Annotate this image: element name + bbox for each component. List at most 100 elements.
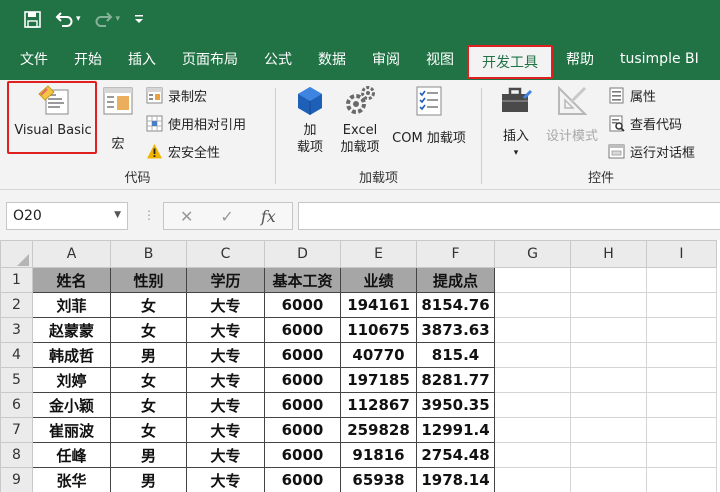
tab-review[interactable]: 审阅 <box>359 43 413 75</box>
cell[interactable]: 男 <box>110 467 187 492</box>
cell[interactable]: 大专 <box>186 342 265 368</box>
run-dialog-button[interactable]: 运行对话框 <box>608 142 695 161</box>
cell[interactable]: 8154.76 <box>416 292 495 318</box>
cell[interactable]: 大专 <box>186 367 265 393</box>
row-header[interactable]: 4 <box>0 342 33 368</box>
insert-control-button[interactable]: 插入 ▾ <box>496 84 536 162</box>
cell[interactable] <box>570 392 647 418</box>
cancel-icon[interactable]: ✕ <box>180 207 193 226</box>
formula-bar-grip[interactable]: ⋮ <box>143 208 155 222</box>
select-all-corner[interactable] <box>0 240 33 268</box>
row-header[interactable]: 9 <box>0 467 33 492</box>
cell[interactable]: 6000 <box>264 467 341 492</box>
formula-input[interactable] <box>298 202 720 230</box>
cell[interactable]: 815.4 <box>416 342 495 368</box>
column-header[interactable]: H <box>570 240 647 268</box>
com-addins-button[interactable]: COM 加载项 <box>384 84 474 147</box>
cell[interactable]: 女 <box>110 317 187 343</box>
column-header[interactable]: E <box>340 240 417 268</box>
cell[interactable]: 张华 <box>32 467 111 492</box>
cell[interactable] <box>646 442 717 468</box>
cell[interactable]: 刘婷 <box>32 367 111 393</box>
tab-data[interactable]: 数据 <box>305 43 359 75</box>
row-header[interactable]: 5 <box>0 367 33 393</box>
cell[interactable] <box>646 267 717 293</box>
cell[interactable]: 大专 <box>186 292 265 318</box>
cell[interactable] <box>494 442 571 468</box>
column-header[interactable]: I <box>646 240 717 268</box>
view-code-button[interactable]: 查看代码 <box>608 114 682 133</box>
cell[interactable] <box>646 367 717 393</box>
name-box[interactable]: O20 ▼ <box>6 202 128 230</box>
cell[interactable]: 8281.77 <box>416 367 495 393</box>
cell[interactable]: 6000 <box>264 342 341 368</box>
cell[interactable]: 大专 <box>186 392 265 418</box>
cell[interactable] <box>570 317 647 343</box>
cell[interactable] <box>494 367 571 393</box>
cell[interactable]: 194161 <box>340 292 417 318</box>
chevron-down-icon[interactable]: ▼ <box>114 210 121 220</box>
cell[interactable]: 基本工资 <box>264 267 341 293</box>
insert-function-icon[interactable]: fx <box>261 207 276 226</box>
row-header[interactable]: 7 <box>0 417 33 443</box>
relative-reference-button[interactable]: 使用相对引用 <box>146 114 246 133</box>
cell[interactable]: 业绩 <box>340 267 417 293</box>
customize-qat-icon[interactable] <box>134 13 144 25</box>
worksheet-grid[interactable]: A B C D E F G H I 1 姓名 性别 学历 基本工资 业绩 提成点 <box>0 240 720 492</box>
cell[interactable]: 姓名 <box>32 267 111 293</box>
cell[interactable]: 6000 <box>264 317 341 343</box>
cell[interactable] <box>646 417 717 443</box>
cell[interactable]: 提成点 <box>416 267 495 293</box>
cell[interactable]: 性别 <box>110 267 187 293</box>
macros-button[interactable]: 宏 <box>100 84 136 153</box>
cell[interactable]: 259828 <box>340 417 417 443</box>
cell[interactable]: 金小颖 <box>32 392 111 418</box>
cell[interactable]: 刘菲 <box>32 292 111 318</box>
row-header[interactable]: 1 <box>0 267 33 293</box>
column-header[interactable]: F <box>416 240 495 268</box>
tab-formulas[interactable]: 公式 <box>251 43 305 75</box>
cell[interactable]: 赵蒙蒙 <box>32 317 111 343</box>
cell[interactable]: 1978.14 <box>416 467 495 492</box>
properties-button[interactable]: 属性 <box>608 86 656 105</box>
undo-icon[interactable]: ▾ <box>55 11 81 27</box>
cell[interactable]: 大专 <box>186 442 265 468</box>
cell[interactable]: 91816 <box>340 442 417 468</box>
tab-insert[interactable]: 插入 <box>115 43 169 75</box>
cell[interactable] <box>494 267 571 293</box>
column-header[interactable]: A <box>32 240 111 268</box>
cell[interactable]: 大专 <box>186 317 265 343</box>
row-header[interactable]: 8 <box>0 442 33 468</box>
column-header[interactable]: C <box>186 240 265 268</box>
cell[interactable]: 110675 <box>340 317 417 343</box>
tab-page-layout[interactable]: 页面布局 <box>169 43 251 75</box>
cell[interactable]: 学历 <box>186 267 265 293</box>
cell[interactable] <box>646 392 717 418</box>
tab-help[interactable]: 帮助 <box>553 43 607 75</box>
cell[interactable] <box>570 467 647 492</box>
cell[interactable]: 6000 <box>264 417 341 443</box>
cell[interactable]: 女 <box>110 392 187 418</box>
cell[interactable]: 6000 <box>264 442 341 468</box>
cell[interactable] <box>570 442 647 468</box>
addins-button[interactable]: 加 载项 <box>290 84 330 156</box>
cell[interactable]: 112867 <box>340 392 417 418</box>
tab-home[interactable]: 开始 <box>61 43 115 75</box>
cell[interactable] <box>494 392 571 418</box>
cell[interactable] <box>494 467 571 492</box>
cell[interactable]: 男 <box>110 442 187 468</box>
column-header[interactable]: D <box>264 240 341 268</box>
cell[interactable]: 崔丽波 <box>32 417 111 443</box>
cell[interactable]: 女 <box>110 367 187 393</box>
cell[interactable]: 65938 <box>340 467 417 492</box>
cell[interactable] <box>570 292 647 318</box>
cell[interactable] <box>494 342 571 368</box>
cell[interactable]: 2754.48 <box>416 442 495 468</box>
visual-basic-button[interactable]: Visual Basic <box>10 84 96 139</box>
column-header[interactable]: B <box>110 240 187 268</box>
cell[interactable] <box>570 417 647 443</box>
cell[interactable]: 女 <box>110 417 187 443</box>
cell[interactable] <box>570 367 647 393</box>
save-icon[interactable] <box>24 10 41 28</box>
cell[interactable]: 女 <box>110 292 187 318</box>
